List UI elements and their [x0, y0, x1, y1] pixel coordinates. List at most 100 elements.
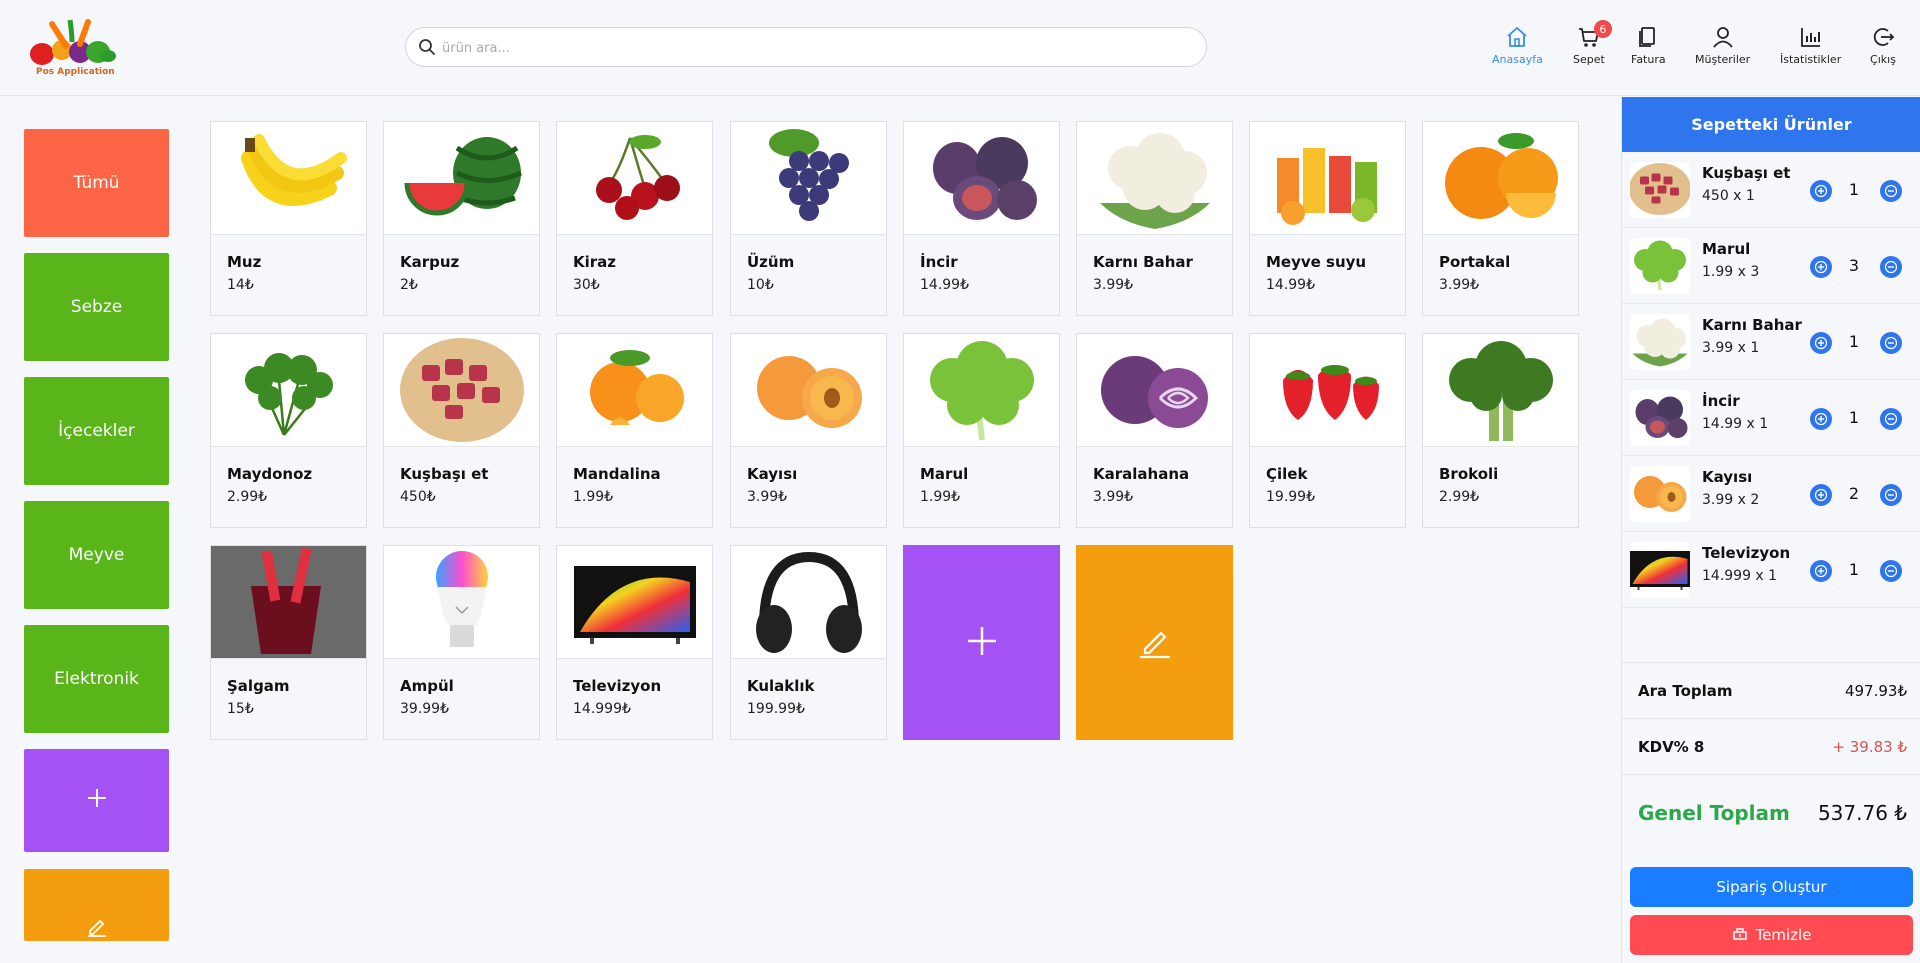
- product-name: Kiraz: [573, 253, 617, 271]
- product-card[interactable]: Şalgam 15₺: [210, 545, 367, 740]
- banana-icon: [211, 122, 366, 234]
- decrease-qty-button[interactable]: [1880, 332, 1902, 354]
- cart-item: Televizyon 14.999 x 1 1: [1622, 532, 1920, 608]
- turnip-juice-icon: [211, 546, 366, 658]
- increase-qty-button[interactable]: [1810, 180, 1832, 202]
- edit-product-button[interactable]: [1076, 545, 1233, 740]
- product-card[interactable]: Çilek 19.99₺: [1249, 333, 1406, 528]
- cart-item-name: Kayısı: [1702, 468, 1753, 486]
- parsley-icon: [211, 334, 366, 446]
- increase-qty-button[interactable]: [1810, 484, 1832, 506]
- category-label: Sebze: [70, 297, 123, 317]
- product-price: 14.99₺: [920, 277, 969, 293]
- product-card[interactable]: Kiraz 30₺: [556, 121, 713, 316]
- product-card[interactable]: Karnı Bahar 3.99₺: [1076, 121, 1233, 316]
- product-name: Karnı Bahar: [1093, 253, 1193, 271]
- category-drinks[interactable]: İçecekler: [24, 377, 169, 485]
- cart-item: Marul 1.99 x 3 3: [1622, 228, 1920, 304]
- product-info: Televizyon 14.999₺: [557, 658, 712, 739]
- increase-qty-button[interactable]: [1810, 332, 1832, 354]
- nav-invoice[interactable]: Fatura: [1631, 24, 1666, 70]
- cart-item-name: Kuşbaşı et: [1702, 164, 1791, 182]
- user-icon: [1710, 24, 1736, 53]
- product-name: Maydonoz: [227, 465, 313, 483]
- cart-item-qty: 3: [1848, 256, 1860, 275]
- category-all[interactable]: Tümü: [24, 129, 169, 237]
- product-info: Portakal 3.99₺: [1423, 234, 1578, 315]
- product-info: Üzüm 10₺: [731, 234, 886, 315]
- cart-count-badge: 6: [1593, 20, 1612, 38]
- fig-icon: [904, 122, 1059, 234]
- product-card[interactable]: Maydonoz 2.99₺: [210, 333, 367, 528]
- nav-customers[interactable]: Müşteriler: [1695, 24, 1750, 70]
- category-electronics[interactable]: Elektronik: [24, 625, 169, 733]
- category-fruits[interactable]: Meyve: [24, 501, 169, 609]
- nav-cart[interactable]: 6 Sepet: [1573, 20, 1612, 70]
- meat-icon: [1630, 162, 1690, 218]
- product-card[interactable]: Brokoli 2.99₺: [1422, 333, 1579, 528]
- search-input[interactable]: [442, 36, 1182, 60]
- product-info: Şalgam 15₺: [211, 658, 366, 739]
- cart-item-qty: 1: [1848, 560, 1860, 579]
- add-product-button[interactable]: [903, 545, 1060, 740]
- product-card[interactable]: Muz 14₺: [210, 121, 367, 316]
- create-order-button[interactable]: Sipariş Oluştur: [1630, 867, 1913, 907]
- product-card[interactable]: Marul 1.99₺: [903, 333, 1060, 528]
- total-label: Genel Toplam: [1638, 801, 1790, 825]
- product-info: Marul 1.99₺: [904, 446, 1059, 527]
- product-card[interactable]: Karpuz 2₺: [383, 121, 540, 316]
- product-card[interactable]: İncir 14.99₺: [903, 121, 1060, 316]
- nav-home-label: Anasayfa: [1492, 53, 1543, 66]
- edit-category-button[interactable]: [24, 869, 169, 941]
- search-bar[interactable]: [405, 27, 1207, 67]
- cart-item: Karnı Bahar 3.99 x 1 1: [1622, 304, 1920, 380]
- product-card[interactable]: Kuşbaşı et 450₺: [383, 333, 540, 528]
- tangerine-icon: [557, 334, 712, 446]
- product-price: 3.99₺: [1093, 489, 1134, 505]
- product-card[interactable]: Televizyon 14.999₺: [556, 545, 713, 740]
- nav-home[interactable]: Anasayfa: [1492, 24, 1543, 70]
- product-card[interactable]: Meyve suyu 14.99₺: [1249, 121, 1406, 316]
- product-card[interactable]: Kayısı 3.99₺: [730, 333, 887, 528]
- decrease-qty-button[interactable]: [1880, 560, 1902, 582]
- product-card[interactable]: Mandalina 1.99₺: [556, 333, 713, 528]
- decrease-qty-button[interactable]: [1880, 256, 1902, 278]
- clear-icon: [1732, 925, 1748, 945]
- product-info: İncir 14.99₺: [904, 234, 1059, 315]
- increase-qty-button[interactable]: [1810, 560, 1832, 582]
- cart-title: Sepetteki Ürünler: [1622, 97, 1920, 152]
- nav-statistics[interactable]: İstatistikler: [1780, 24, 1841, 70]
- product-price: 3.99₺: [1093, 277, 1134, 293]
- product-name: İncir: [920, 253, 958, 271]
- strawberry-icon: [1250, 334, 1405, 446]
- increase-qty-button[interactable]: [1810, 408, 1832, 430]
- cart-item-price: 14.99 x 1: [1702, 416, 1769, 432]
- decrease-qty-button[interactable]: [1880, 408, 1902, 430]
- clear-cart-button[interactable]: Temizle: [1630, 915, 1913, 955]
- product-price: 15₺: [227, 701, 254, 717]
- nav-logout[interactable]: Çıkış: [1870, 24, 1896, 70]
- broccoli-icon: [1423, 334, 1578, 446]
- add-category-button[interactable]: [24, 749, 169, 852]
- decrease-qty-button[interactable]: [1880, 484, 1902, 506]
- tax-label: KDV% 8: [1638, 738, 1705, 756]
- product-price: 2₺: [400, 277, 418, 293]
- orange-icon: [1423, 122, 1578, 234]
- cart-item-price: 3.99 x 2: [1702, 492, 1760, 508]
- product-card[interactable]: Kulaklık 199.99₺: [730, 545, 887, 740]
- product-price: 14.999₺: [573, 701, 631, 717]
- tax-value: + 39.83 ₺: [1832, 738, 1907, 756]
- product-card[interactable]: Üzüm 10₺: [730, 121, 887, 316]
- juice-icon: [1250, 122, 1405, 234]
- category-vegetables[interactable]: Sebze: [24, 253, 169, 361]
- product-card[interactable]: Portakal 3.99₺: [1422, 121, 1579, 316]
- product-info: Brokoli 2.99₺: [1423, 446, 1578, 527]
- decrease-qty-button[interactable]: [1880, 180, 1902, 202]
- increase-qty-button[interactable]: [1810, 256, 1832, 278]
- product-name: Kuşbaşı et: [400, 465, 489, 483]
- logo-text: Pos Application: [36, 67, 115, 77]
- product-card[interactable]: Ampül 39.99₺: [383, 545, 540, 740]
- edit-icon: [1137, 623, 1173, 663]
- product-info: Kiraz 30₺: [557, 234, 712, 315]
- product-card[interactable]: Karalahana 3.99₺: [1076, 333, 1233, 528]
